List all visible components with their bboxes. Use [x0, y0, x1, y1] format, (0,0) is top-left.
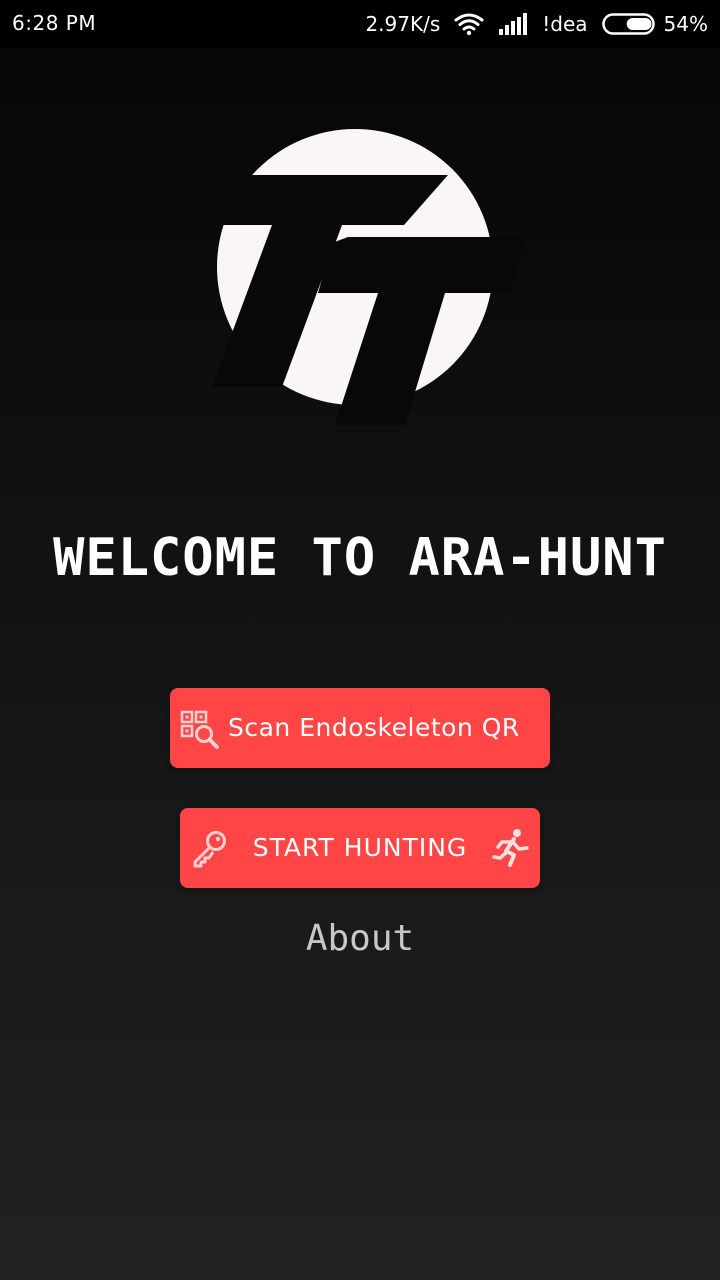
scan-qr-label: Scan Endoskeleton QR [228, 713, 520, 742]
battery-indicator: 54% [601, 10, 708, 38]
start-hunting-button[interactable]: START HUNTING [180, 808, 540, 888]
status-time: 6:28 PM [12, 11, 97, 35]
wifi-icon [454, 13, 484, 36]
start-hunting-label: START HUNTING [252, 833, 468, 862]
running-person-icon [492, 829, 529, 867]
carrier-name: !dea [542, 12, 588, 36]
status-icons: 2.97K/s !dea 54% [365, 10, 708, 38]
scan-qr-button[interactable]: Scan Endoskeleton QR [170, 688, 550, 768]
tt-logo [198, 129, 525, 425]
battery-percent: 54% [663, 12, 708, 36]
battery-icon [601, 13, 655, 35]
signal-icon [499, 13, 528, 35]
welcome-screen: 6:28 PM 2.97K/s !dea 54% WELCOME TO ARA-… [0, 0, 720, 1280]
network-speed: 2.97K/s [365, 12, 441, 36]
qr-search-icon [180, 710, 219, 749]
key-icon [193, 831, 226, 868]
welcome-title: WELCOME TO ARA-HUNT [53, 528, 667, 588]
status-bar: 6:28 PM 2.97K/s !dea 54% [0, 0, 720, 48]
about-link[interactable]: About [0, 918, 720, 959]
